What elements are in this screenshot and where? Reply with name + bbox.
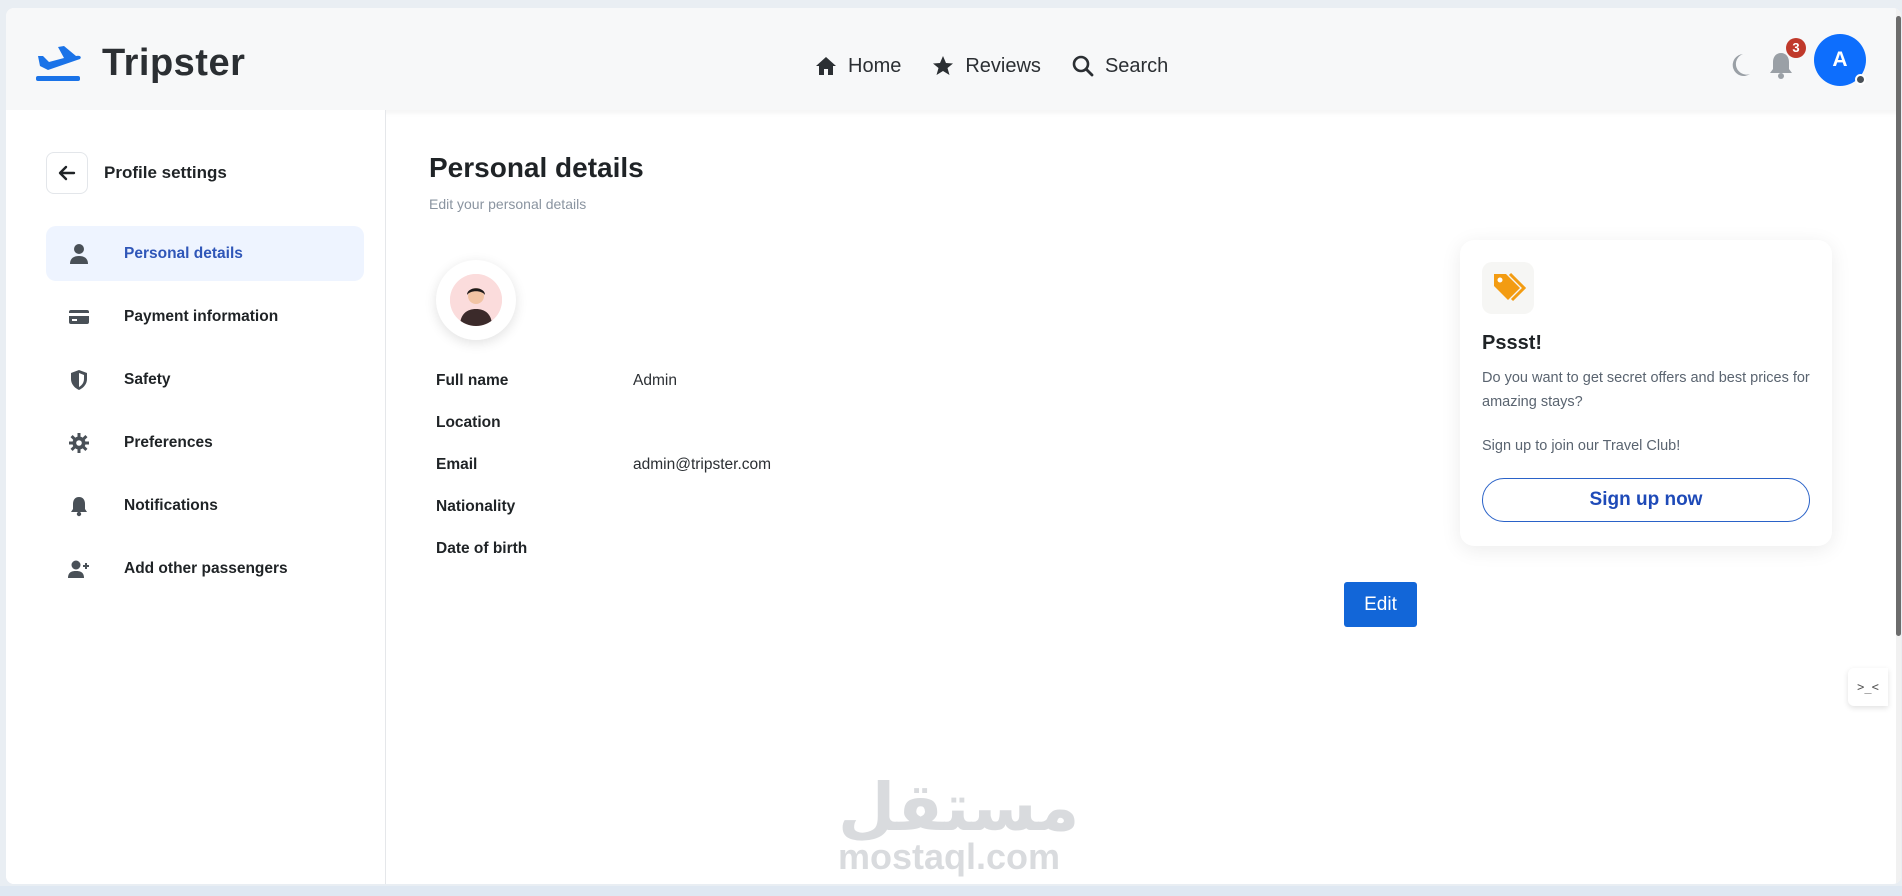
watermark-arabic: مستقل xyxy=(838,769,1080,846)
avatar-image xyxy=(450,274,502,326)
sidebar-item-add-passengers[interactable]: Add other passengers xyxy=(46,541,364,596)
top-header: Tripster Home Reviews Search 3 A xyxy=(6,8,1901,110)
promo-text: Do you want to get secret offers and bes… xyxy=(1482,370,1810,410)
nav-reviews-label: Reviews xyxy=(965,54,1041,77)
sign-up-button[interactable]: Sign up now xyxy=(1482,478,1810,522)
taskbar-strip xyxy=(0,886,1902,896)
side-widget-tab[interactable]: >_< xyxy=(1848,668,1888,706)
star-icon xyxy=(933,56,954,75)
nationality-label: Nationality xyxy=(436,498,516,515)
back-button[interactable] xyxy=(46,152,88,194)
date-of-birth-label: Date of birth xyxy=(436,540,528,557)
full-name-value: Admin xyxy=(633,372,677,389)
shield-icon xyxy=(71,369,87,390)
price-tags-icon xyxy=(1494,272,1526,302)
profile-photo[interactable] xyxy=(436,260,516,340)
sidebar-item-personal-details[interactable]: Personal details xyxy=(46,226,364,281)
promo-title: Pssst! xyxy=(1482,332,1543,354)
notification-badge: 3 xyxy=(1786,38,1806,58)
nav-search[interactable]: Search xyxy=(1071,54,1168,78)
brand-name: Tripster xyxy=(102,42,246,84)
sidebar-item-label: Personal details xyxy=(124,244,243,262)
promo-icon-box xyxy=(1482,262,1534,314)
location-label: Location xyxy=(436,414,501,431)
full-name-label: Full name xyxy=(436,372,509,389)
sidebar-item-label: Preferences xyxy=(124,433,213,451)
home-icon xyxy=(816,57,836,75)
nav-reviews[interactable]: Reviews xyxy=(931,54,1041,78)
bell-icon xyxy=(71,496,87,516)
travel-club-promo-card: Pssst! Do you want to get secret offers … xyxy=(1460,240,1832,546)
airplane-icon xyxy=(36,45,81,81)
app-window: Tripster Home Reviews Search 3 A Profile… xyxy=(6,8,1901,884)
gear-icon xyxy=(69,432,89,453)
detail-row: Location xyxy=(436,414,771,456)
watermark-latin: mostaql.com xyxy=(838,836,1061,877)
widget-icon: >_< xyxy=(1857,680,1879,694)
person-avatar-icon xyxy=(450,274,502,326)
user-plus-icon xyxy=(68,560,89,578)
nav-search-label: Search xyxy=(1104,54,1169,77)
email-value: admin@tripster.com xyxy=(633,456,772,473)
dark-mode-toggle-icon[interactable] xyxy=(1728,52,1752,78)
watermark: مستقل mostaql.com xyxy=(838,769,1080,877)
scrollbar-thumb[interactable] xyxy=(1896,16,1901,636)
promo-cta-text: Sign up to join our Travel Club! xyxy=(1482,438,1681,454)
detail-row: Full name Admin xyxy=(436,372,771,414)
main-nav: Home Reviews Search xyxy=(814,54,1198,78)
page-title: Personal details xyxy=(429,152,644,183)
sidebar-item-label: Safety xyxy=(124,370,171,388)
sidebar-item-preferences[interactable]: Preferences xyxy=(46,415,364,470)
page-subtitle: Edit your personal details xyxy=(429,196,587,212)
user-icon xyxy=(70,243,88,264)
detail-row: Nationality xyxy=(436,498,771,540)
sidebar-item-notifications[interactable]: Notifications xyxy=(46,478,364,533)
status-dot xyxy=(1855,74,1866,85)
nav-home[interactable]: Home xyxy=(814,54,901,78)
credit-card-icon xyxy=(69,309,89,324)
search-icon xyxy=(1072,55,1094,77)
nav-home-label: Home xyxy=(848,54,902,77)
sidebar-item-label: Payment information xyxy=(124,307,279,325)
email-label: Email xyxy=(436,456,478,473)
profile-sidebar: Profile settings Personal details Paymen… xyxy=(6,110,386,884)
detail-row: Date of birth xyxy=(436,540,771,582)
sidebar-item-safety[interactable]: Safety xyxy=(46,352,364,407)
sidebar-item-payment-information[interactable]: Payment information xyxy=(46,289,364,344)
sidebar-item-label: Notifications xyxy=(124,496,218,514)
brand-logo[interactable]: Tripster xyxy=(34,42,245,85)
profile-menu: Personal details Payment information Saf… xyxy=(46,226,364,604)
arrow-left-icon xyxy=(58,165,76,181)
edit-button[interactable]: Edit xyxy=(1344,582,1417,627)
detail-row: Email admin@tripster.com xyxy=(436,456,771,498)
sidebar-title: Profile settings xyxy=(104,163,227,182)
personal-details-list: Full name Admin Location Email admin@tri… xyxy=(436,372,771,582)
sidebar-item-label: Add other passengers xyxy=(124,559,288,577)
